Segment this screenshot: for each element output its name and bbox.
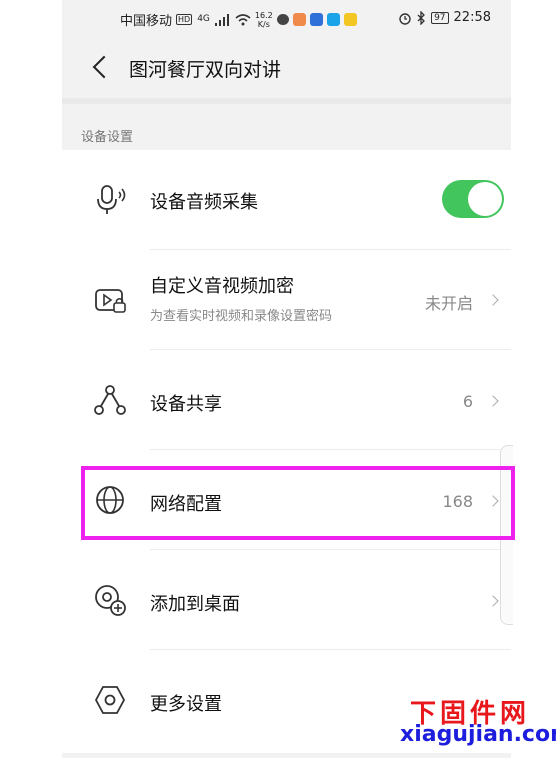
highlight-box — [81, 466, 515, 540]
chevron-right-icon — [487, 595, 499, 607]
toggle-knob — [468, 182, 502, 216]
battery-indicator: 97 — [431, 11, 449, 24]
section-label: 设备设置 — [81, 130, 134, 145]
row-value: 6 — [462, 392, 473, 411]
phone-screen: 中国移动 HD 4G 16.2 K/s 97 22:58 图河餐厅双向对讲 设备… — [62, 0, 511, 758]
wechat-icon — [276, 14, 289, 25]
watermark-url: xiagujian.com — [400, 722, 556, 747]
share-nodes-icon — [94, 385, 126, 415]
status-bar: 中国移动 HD 4G 16.2 K/s 97 22:58 — [62, 0, 511, 36]
hexagon-settings-icon — [94, 686, 126, 714]
video-lock-icon — [95, 289, 126, 313]
settings-card: 设备音频采集 自定义音视频加密 为查看实时视频和录像设置密码 未开启 设备共享 … — [62, 150, 511, 753]
app-search-icon — [326, 13, 340, 26]
page-title: 图河餐厅双向对讲 — [129, 59, 282, 81]
net-speed-unit: K/s — [257, 19, 270, 29]
bluetooth-icon — [417, 10, 425, 25]
row-label: 自定义音视频加密 — [150, 276, 294, 297]
net-speed: 16.2 K/s — [255, 11, 273, 29]
audio-capture-toggle[interactable] — [442, 180, 504, 218]
alarm-icon — [399, 12, 411, 25]
app-yellow-icon — [343, 13, 357, 26]
add-to-desktop-icon — [95, 585, 126, 616]
hd-badge: HD — [176, 14, 193, 25]
row-add-to-desktop[interactable]: 添加到桌面 — [62, 550, 511, 650]
status-left: 中国移动 HD 4G 16.2 K/s — [120, 10, 357, 29]
net-speed-value: 16.2 — [254, 10, 273, 20]
row-label: 设备共享 — [150, 394, 222, 415]
separator-band — [62, 98, 511, 104]
chevron-right-icon — [487, 294, 499, 306]
row-device-sharing[interactable]: 设备共享 6 — [62, 350, 511, 450]
clock: 22:58 — [453, 10, 491, 25]
carrier-label: 中国移动 — [120, 14, 173, 29]
row-label: 设备音频采集 — [150, 192, 258, 213]
microphone-icon — [97, 185, 126, 214]
wifi-icon — [235, 13, 251, 25]
row-audio-capture[interactable]: 设备音频采集 — [62, 150, 511, 250]
row-encryption[interactable]: 自定义音视频加密 为查看实时视频和录像设置密码 未开启 — [62, 250, 511, 350]
back-arrow-icon[interactable] — [92, 55, 116, 79]
app-orange-icon — [292, 13, 306, 26]
signal-icon — [214, 13, 229, 26]
row-label: 添加到桌面 — [150, 594, 240, 615]
network-label: 4G — [197, 14, 210, 24]
status-right: 97 22:58 — [398, 10, 491, 25]
title-bar: 图河餐厅双向对讲 — [62, 36, 511, 98]
chevron-right-icon — [487, 395, 499, 407]
row-label: 更多设置 — [150, 694, 222, 715]
row-subtitle: 为查看实时视频和录像设置密码 — [150, 309, 333, 324]
row-value: 未开启 — [424, 294, 473, 313]
app-blue-icon — [309, 13, 323, 26]
